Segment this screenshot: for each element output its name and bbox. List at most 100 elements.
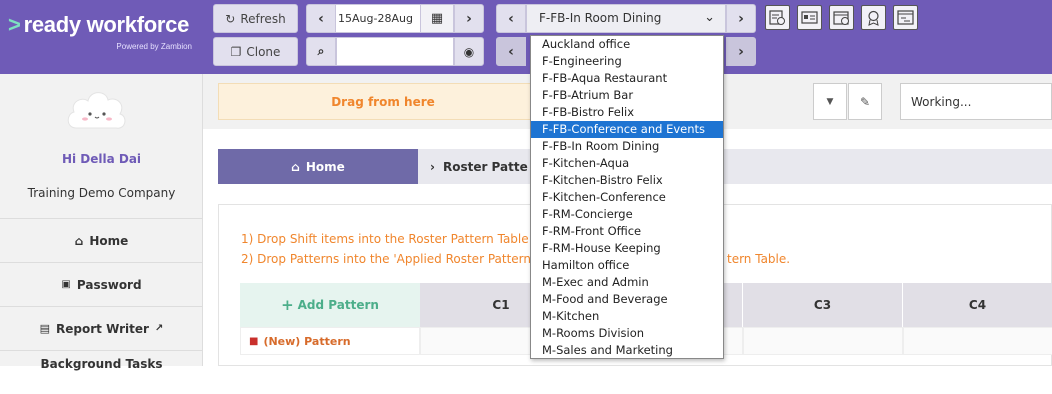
plus-icon: + [281, 296, 294, 314]
dropdown-option[interactable]: M-Kitchen [531, 308, 723, 325]
add-pattern-label: Add Pattern [297, 298, 379, 312]
clone-icon: ❐ [230, 44, 242, 59]
clone-button[interactable]: ❐ Clone [213, 37, 298, 66]
document-icon: ▤ [39, 322, 51, 335]
breadcrumb-current: › Roster Patte [418, 149, 1052, 184]
id-card-icon[interactable] [797, 5, 822, 30]
sidebar-item-label: Home [89, 233, 129, 248]
date-range-input[interactable]: 15Aug-28Aug [336, 4, 420, 33]
breadcrumb-current-label: Roster Patte [442, 159, 528, 174]
date-prev-button[interactable]: ‹ [306, 4, 336, 33]
home-icon: ⌂ [291, 159, 300, 174]
dropdown-option[interactable]: F-RM-House Keeping [531, 240, 723, 257]
brand-name: ready workforce [23, 12, 190, 37]
brand-tagline: Powered by Zambion [116, 42, 192, 51]
chevron-right-icon: › [430, 159, 435, 174]
dropdown-option[interactable]: M-Sales and Marketing [531, 342, 723, 359]
sidebar-item-password[interactable]: ▣ Password [0, 262, 203, 306]
dropdown-option[interactable]: M-Rooms Division [531, 325, 723, 342]
dropdown-option[interactable]: F-Engineering [531, 53, 723, 70]
pencil-icon: ✎ [859, 94, 871, 109]
lock-icon: ▣ [61, 279, 71, 290]
chevron-down-icon: ⌄ [704, 10, 715, 25]
calendar-check-icon[interactable] [829, 5, 854, 30]
dropdown-option[interactable]: F-FB-Aqua Restaurant [531, 70, 723, 87]
calendar-button[interactable]: ▦ [420, 4, 454, 33]
search-button[interactable]: ⌕ [306, 37, 336, 66]
sidebar-item-background-tasks[interactable]: Background Tasks [0, 350, 203, 394]
sidebar-item-label: Password [76, 277, 142, 292]
view-toggle-button[interactable]: ◉ [454, 37, 484, 66]
caret-down-icon: ▼ [826, 96, 834, 107]
search-input[interactable] [336, 37, 454, 66]
dropdown-option[interactable]: F-RM-Concierge [531, 206, 723, 223]
refresh-button[interactable]: ↻ Refresh [213, 4, 298, 33]
column-header: C3 [743, 283, 903, 327]
sidebar: Hi Della Dai Training Demo Company ⌂ Hom… [0, 74, 203, 371]
refresh-label: Refresh [240, 11, 286, 26]
dropdown-option[interactable]: F-FB-Bistro Felix [531, 104, 723, 121]
trash-icon[interactable]: ■ [249, 336, 258, 347]
sidebar-item-label: Background Tasks [40, 357, 163, 371]
location-prev-button[interactable]: ‹ [496, 4, 526, 33]
status-field[interactable]: Working... [900, 83, 1052, 120]
dropdown-option[interactable]: M-Food and Beverage [531, 291, 723, 308]
new-pattern-label: (New) Pattern [263, 334, 351, 348]
clone-label: Clone [246, 44, 281, 59]
top-bar: > ready workforce Powered by Zambion ↻ Re… [0, 0, 1052, 74]
new-pattern-row[interactable]: ■ (New) Pattern [240, 327, 420, 355]
sidebar-item-home[interactable]: ⌂ Home [0, 218, 203, 262]
dropdown-option[interactable]: F-Kitchen-Bistro Felix [531, 172, 723, 189]
chevron-right-icon: > [8, 12, 21, 37]
dropdown-option[interactable]: F-RM-Front Office [531, 223, 723, 240]
table-cell[interactable] [903, 327, 1052, 355]
edit-button[interactable]: ✎ [848, 83, 882, 120]
instruction-2: 2) Drop Patterns into the 'Applied Roste… [241, 252, 531, 266]
secondary-next-button[interactable]: › [726, 37, 756, 66]
dropdown-option[interactable]: F-Kitchen-Conference [531, 189, 723, 206]
dropdown-option[interactable]: F-FB-In Room Dining [531, 138, 723, 155]
calendar-icon: ▦ [430, 11, 444, 26]
chevron-right-icon: › [738, 10, 744, 27]
drag-source[interactable]: Drag from here [218, 83, 548, 120]
date-next-button[interactable]: › [454, 4, 484, 33]
column-header: C4 [903, 283, 1052, 327]
table-cell[interactable] [743, 327, 903, 355]
brand-logo: > ready workforce Powered by Zambion [8, 10, 198, 60]
refresh-icon: ↻ [225, 11, 236, 26]
dropdown-option-highlighted[interactable]: F-FB-Conference and Events [531, 121, 723, 138]
chevron-left-icon: ‹ [508, 10, 514, 27]
dropdown-option[interactable]: F-Kitchen-Aqua [531, 155, 723, 172]
instruction-1: 1) Drop Shift items into the Roster Patt… [241, 232, 529, 246]
dropdown-option[interactable]: Hamilton office [531, 257, 723, 274]
sidebar-item-label: Report Writer [56, 321, 149, 336]
location-next-button[interactable]: › [726, 4, 756, 33]
secondary-prev-button[interactable]: ‹ [496, 37, 526, 66]
breadcrumb-home[interactable]: ⌂ Home [218, 149, 418, 184]
user-greeting: Hi Della Dai [61, 152, 142, 166]
award-icon[interactable] [861, 5, 886, 30]
home-icon: ⌂ [74, 233, 84, 248]
company-name: Training Demo Company [27, 186, 176, 200]
chevron-right-icon: › [466, 10, 472, 27]
eye-icon: ◉ [463, 44, 475, 59]
dropdown-option[interactable]: F-FB-Atrium Bar [531, 87, 723, 104]
chevron-left-icon: ‹ [508, 43, 514, 60]
add-pattern-button[interactable]: + Add Pattern [240, 283, 420, 327]
location-select[interactable]: F-FB-In Room Dining ⌄ [526, 4, 726, 33]
external-link-icon: ↗ [154, 323, 164, 334]
location-select-value: F-FB-In Room Dining [539, 11, 662, 25]
dropdown-option[interactable]: M-Exec and Admin [531, 274, 723, 291]
location-dropdown-list: Auckland office F-Engineering F-FB-Aqua … [530, 35, 724, 359]
timesheet-icon[interactable] [765, 5, 790, 30]
chevron-right-icon: › [738, 43, 744, 60]
chevron-left-icon: ‹ [318, 10, 324, 27]
options-dropdown-button[interactable]: ▼ [813, 83, 847, 120]
dropdown-option[interactable]: Auckland office [531, 36, 723, 53]
avatar[interactable] [64, 84, 130, 140]
search-icon: ⌕ [317, 44, 325, 58]
sidebar-item-report-writer[interactable]: ▤ Report Writer ↗ [0, 306, 203, 350]
instruction-2-tail: tern Table. [727, 252, 791, 266]
breadcrumb-home-label: Home [305, 159, 345, 174]
schedule-icon[interactable] [893, 5, 918, 30]
